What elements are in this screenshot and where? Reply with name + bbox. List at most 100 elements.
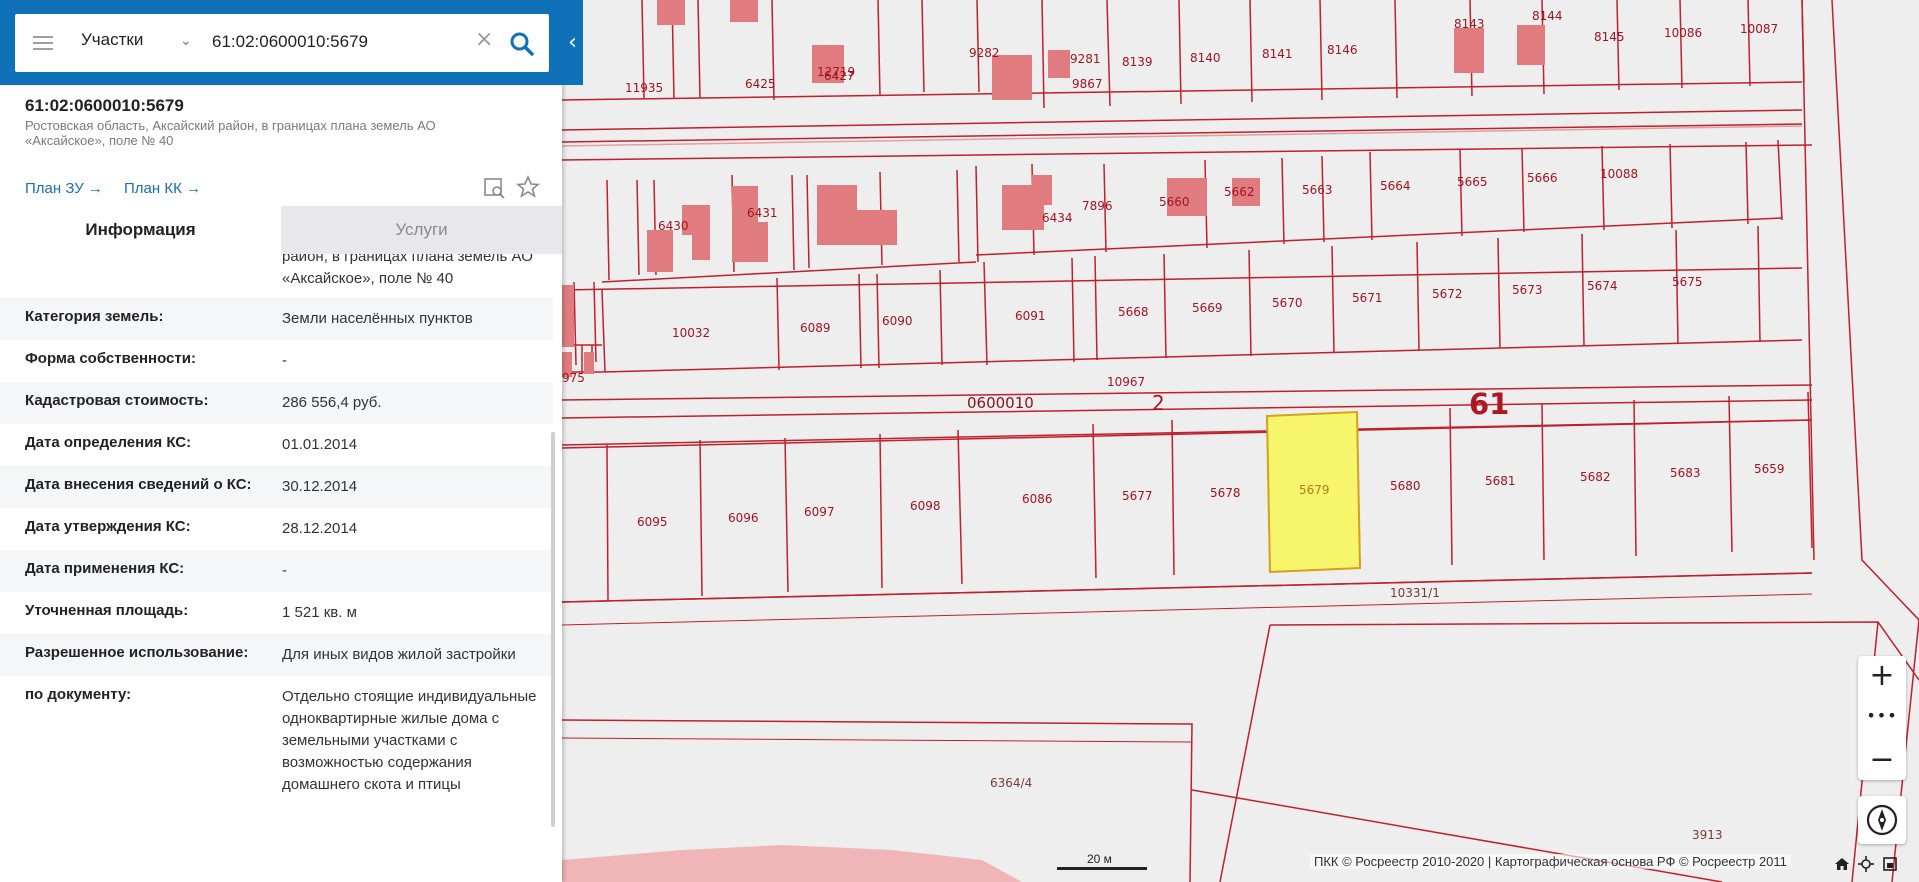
svg-text:7896: 7896 bbox=[1082, 199, 1113, 213]
svg-text:5675: 5675 bbox=[1672, 275, 1703, 289]
svg-text:5663: 5663 bbox=[1302, 183, 1333, 197]
attribute-row: Дата утверждения КС: 28.12.2014 bbox=[0, 508, 553, 550]
map-canvas[interactable]: 11935 64256427 9282 9281 8139 8140 8141 8146 … bbox=[562, 0, 1919, 882]
plan-zu-link[interactable]: План ЗУ → bbox=[25, 180, 103, 197]
find-on-map-icon[interactable] bbox=[483, 176, 507, 200]
attribute-row: Дата определения КС: 01.01.2014 bbox=[0, 424, 553, 466]
zoom-control: + ••• − bbox=[1858, 656, 1906, 780]
svg-text:8143: 8143 bbox=[1454, 17, 1485, 31]
svg-text:5672: 5672 bbox=[1432, 287, 1463, 301]
attribute-label: Дата утверждения КС: bbox=[25, 518, 191, 535]
svg-text:8141: 8141 bbox=[1262, 47, 1293, 61]
search-icon[interactable] bbox=[509, 31, 535, 57]
scale-line bbox=[1057, 867, 1147, 870]
svg-text:11935: 11935 bbox=[625, 81, 663, 95]
menu-icon[interactable] bbox=[33, 33, 57, 53]
scale-bar: 20 м bbox=[1057, 850, 1147, 872]
address-partial: район, в границах плана земель АО «Аксай… bbox=[282, 254, 533, 287]
attribute-value: - bbox=[282, 562, 287, 579]
attribute-value: Отдельно стоящие индивидуальные одноквар… bbox=[282, 688, 537, 793]
svg-text:6089: 6089 bbox=[800, 321, 831, 335]
search-type-select[interactable]: Участки bbox=[81, 30, 143, 50]
tab-info[interactable]: Информация bbox=[0, 206, 281, 254]
info-panel: Участки ⌄ × ‹ 61:02:0600010:5679 Ростовс… bbox=[0, 0, 583, 882]
svg-text:5660: 5660 bbox=[1159, 195, 1190, 209]
svg-text:6431: 6431 bbox=[747, 206, 778, 220]
compass-icon[interactable] bbox=[1858, 796, 1906, 844]
attribute-row: Кадастровая стоимость: 286 556,4 руб. bbox=[0, 382, 553, 424]
object-title: 61:02:0600010:5679 bbox=[25, 96, 184, 115]
svg-text:6096: 6096 bbox=[728, 511, 759, 525]
svg-text:5665: 5665 bbox=[1457, 175, 1488, 189]
svg-text:5681: 5681 bbox=[1485, 474, 1516, 488]
home-icon[interactable] bbox=[1834, 856, 1850, 872]
svg-text:6364/4: 6364/4 bbox=[990, 776, 1032, 790]
attributes-list: район, в границах плана земель АО «Аксай… bbox=[0, 254, 562, 882]
object-address: Ростовская область, Аксайский район, в г… bbox=[25, 118, 436, 148]
attribute-value: Для иных видов жилой застройки bbox=[282, 646, 516, 663]
scrollbar[interactable] bbox=[551, 432, 555, 827]
svg-text:10967: 10967 bbox=[1107, 375, 1145, 389]
attribute-value: 30.12.2014 bbox=[282, 478, 358, 495]
svg-text:9867: 9867 bbox=[1072, 77, 1103, 91]
attribute-row: Категория земель: Земли населённых пункт… bbox=[0, 298, 553, 340]
svg-text:10086: 10086 bbox=[1664, 26, 1702, 40]
svg-text:10331/1: 10331/1 bbox=[1390, 586, 1440, 600]
cadastral-map[interactable]: 11935 6425 6427 9282 9281 8139 8140 8141 8146 … bbox=[562, 0, 1919, 882]
attribute-value: 01.01.2014 bbox=[282, 436, 358, 453]
attribute-row: Уточненная площадь: 1 521 кв. м bbox=[0, 592, 553, 634]
top-bar: Участки ⌄ × ‹ bbox=[0, 0, 583, 85]
svg-text:5669: 5669 bbox=[1192, 301, 1223, 315]
attribute-value: - bbox=[282, 352, 287, 369]
svg-text:6097: 6097 bbox=[804, 505, 835, 519]
svg-text:8145: 8145 bbox=[1594, 30, 1625, 44]
svg-text:975: 975 bbox=[562, 371, 585, 385]
chevron-down-icon[interactable]: ⌄ bbox=[180, 33, 192, 49]
attribute-label: Дата определения КС: bbox=[25, 434, 192, 451]
attribute-row: Разрешенное использование: Для иных видо… bbox=[0, 634, 553, 676]
svg-text:6098: 6098 bbox=[910, 499, 941, 513]
zoom-out-button[interactable]: − bbox=[1858, 740, 1906, 780]
clear-icon[interactable]: × bbox=[475, 29, 493, 51]
attribute-label: Категория земель: bbox=[25, 308, 164, 325]
attribute-row: по документу: Отдельно стоящие индивидуа… bbox=[0, 676, 553, 876]
svg-text:6425: 6425 bbox=[745, 77, 776, 91]
svg-text:6090: 6090 bbox=[882, 314, 913, 328]
plan-kk-link[interactable]: План КК → bbox=[124, 180, 201, 197]
more-button[interactable]: ••• bbox=[1858, 698, 1906, 738]
svg-text:5678: 5678 bbox=[1210, 486, 1241, 500]
crosshair-icon[interactable] bbox=[1858, 856, 1874, 872]
svg-text:5659: 5659 bbox=[1754, 462, 1785, 476]
search-input[interactable] bbox=[210, 26, 474, 58]
svg-text:2: 2 bbox=[1152, 391, 1165, 415]
svg-text:3913: 3913 bbox=[1692, 828, 1723, 842]
attribute-row: Дата применения КС: - bbox=[0, 550, 553, 592]
search-box: Участки ⌄ × bbox=[15, 14, 549, 72]
tab-services[interactable]: Услуги bbox=[281, 206, 562, 254]
star-icon[interactable] bbox=[516, 175, 540, 199]
collapse-panel-icon[interactable]: ‹ bbox=[562, 28, 583, 58]
svg-text:6086: 6086 bbox=[1022, 492, 1053, 506]
svg-text:5682: 5682 bbox=[1580, 470, 1611, 484]
attribute-value: 286 556,4 руб. bbox=[282, 394, 382, 411]
attribute-label: Кадастровая стоимость: bbox=[25, 392, 209, 409]
svg-text:5666: 5666 bbox=[1527, 171, 1558, 185]
svg-text:6091: 6091 bbox=[1015, 309, 1046, 323]
svg-text:8140: 8140 bbox=[1190, 51, 1221, 65]
svg-text:61: 61 bbox=[1469, 387, 1509, 421]
zoom-in-button[interactable]: + bbox=[1858, 656, 1906, 696]
svg-text:5674: 5674 bbox=[1587, 279, 1618, 293]
layers-icon[interactable] bbox=[1882, 856, 1898, 872]
svg-text:10088: 10088 bbox=[1600, 167, 1638, 181]
svg-text:0600010: 0600010 bbox=[967, 394, 1034, 412]
attribute-label: Разрешенное использование: bbox=[25, 644, 249, 661]
svg-text:6434: 6434 bbox=[1042, 211, 1073, 225]
svg-text:5673: 5673 bbox=[1512, 283, 1543, 297]
attribute-label: Дата применения КС: bbox=[25, 560, 185, 577]
svg-text:5671: 5671 bbox=[1352, 291, 1383, 305]
svg-text:10087: 10087 bbox=[1740, 22, 1778, 36]
svg-text:5679: 5679 bbox=[1299, 483, 1330, 497]
svg-text:6095: 6095 bbox=[637, 515, 668, 529]
svg-text:5668: 5668 bbox=[1118, 305, 1149, 319]
attribute-label: Дата внесения сведений о КС: bbox=[25, 476, 252, 493]
